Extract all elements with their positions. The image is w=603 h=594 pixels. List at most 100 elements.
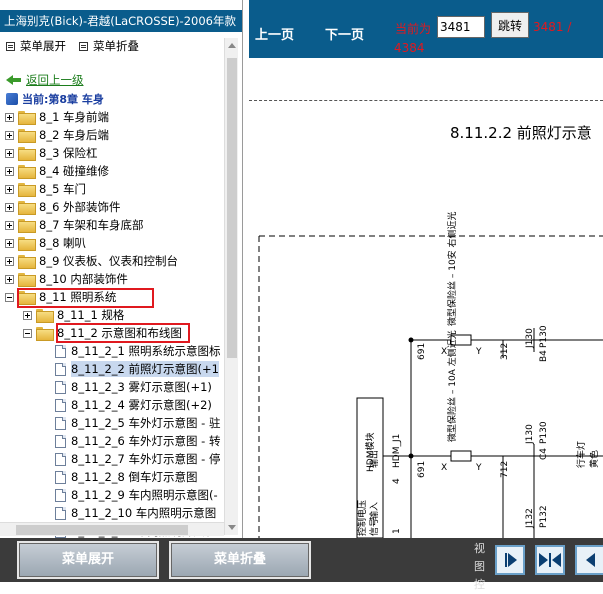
- tree-node[interactable]: 8_11_2_5 车外灯示意图 - 驻: [55, 414, 220, 432]
- module-code-label: HDM_J1: [392, 434, 402, 468]
- back-link-label: 返回上一级: [26, 73, 84, 87]
- page-total-b: 4384: [394, 41, 425, 55]
- collapse-minus-icon[interactable]: [23, 328, 32, 338]
- pin-label: 712: [500, 461, 510, 478]
- pin-label: 691: [417, 461, 427, 478]
- tree-node-label: 8_8 喇叭: [39, 236, 87, 250]
- expand-plus-icon[interactable]: [5, 130, 14, 140]
- document-view: 8.11.2.2 前照灯示意 微型保险丝 – 10安 右侧近光 微型保险丝 – …: [249, 58, 603, 538]
- jump-button[interactable]: 跳转: [491, 12, 529, 38]
- document-panel: 上一页 下一页 当前为 跳转 3481 / 4384 8.11.2.2 前照灯示…: [249, 0, 603, 538]
- small-label: Y: [475, 347, 482, 357]
- tree-node-label: 8_11_2_7 车外灯示意图 - 停: [71, 452, 221, 466]
- list-icon: [79, 41, 88, 51]
- tree-node-label: 8_7 车架和车身底部: [39, 218, 144, 232]
- pin-label: 4: [392, 478, 402, 484]
- tree-node[interactable]: 8_11_2_8 倒车灯示意图: [55, 468, 198, 486]
- fuse-bottom-symbol: [450, 450, 472, 462]
- hscroll-thumb[interactable]: [16, 525, 188, 535]
- wiring-diagram: 微型保险丝 – 10安 右侧近光 微型保险丝 – 10A 左侧近光 HDM模块 …: [258, 211, 603, 538]
- view-prev-button[interactable]: [575, 545, 603, 575]
- expand-plus-icon[interactable]: [5, 184, 14, 194]
- fuse-top-label: 微型保险丝 – 10安 右侧近光: [446, 211, 458, 326]
- tree-node[interactable]: 8_11_2_3 雾灯示意图(+1): [55, 378, 212, 396]
- tree-node[interactable]: 8_11_2_1 照明系统示意图标: [55, 342, 221, 360]
- bar-icon: [549, 553, 551, 567]
- expand-plus-icon[interactable]: [5, 166, 14, 176]
- tree-node[interactable]: 8_2 车身后端: [5, 126, 109, 144]
- folder-icon: [18, 129, 36, 143]
- small-label: X: [441, 463, 447, 473]
- pin-label: P130: [539, 421, 549, 444]
- back-link[interactable]: 返回上一级: [6, 72, 84, 88]
- play-left-icon: [585, 553, 595, 567]
- folder-icon: [36, 309, 54, 323]
- pin-label: P132: [539, 505, 549, 528]
- document-page-icon: [55, 344, 66, 358]
- list-icon: [6, 41, 15, 51]
- bottom-menu-expand-button[interactable]: 菜单展开: [17, 541, 159, 579]
- next-page-button[interactable]: 下一页: [325, 24, 364, 43]
- tree-node[interactable]: 8_8 喇叭: [5, 234, 86, 252]
- bottom-menu-collapse-button[interactable]: 菜单折叠: [169, 541, 311, 579]
- tree-node-label: 8_11_2_6 车外灯示意图 - 转: [71, 434, 221, 448]
- expand-plus-icon[interactable]: [5, 220, 14, 230]
- tree-horizontal-scrollbar[interactable]: [0, 522, 224, 536]
- collapse-minus-icon[interactable]: [5, 292, 14, 302]
- tree-node[interactable]: 8_11_2_10 车内照明示意图: [55, 504, 216, 522]
- tree-node[interactable]: 8_10 内部装饰件: [5, 270, 128, 288]
- tree-node[interactable]: 8_1 车身前端: [5, 108, 109, 126]
- expand-plus-icon[interactable]: [23, 310, 32, 320]
- tree-node[interactable]: 8_11 照明系统: [5, 288, 116, 306]
- expand-plus-icon[interactable]: [5, 256, 14, 266]
- tree-node[interactable]: 8_9 仪表板、仪表和控制台: [5, 252, 178, 270]
- pin-label: J130: [525, 424, 535, 445]
- tree-node[interactable]: 8_11_2_2 前照灯示意图(+1: [55, 360, 219, 378]
- tree-node[interactable]: 8_3 保险杠: [5, 144, 98, 162]
- view-next-button[interactable]: [495, 545, 525, 575]
- scroll-down-arrow-icon[interactable]: [228, 525, 236, 530]
- pin-label: 691: [417, 343, 427, 360]
- document-page-icon: [55, 506, 66, 520]
- tree-node[interactable]: 8_6 外部装饰件: [5, 198, 121, 216]
- tree-node-label: 8_10 内部装饰件: [39, 272, 128, 286]
- menu-collapse-link[interactable]: 菜单折叠: [79, 38, 139, 54]
- document-page-icon: [55, 470, 66, 484]
- pin-label: J130: [525, 328, 535, 349]
- tree-node[interactable]: 8_4 碰撞维修: [5, 162, 109, 180]
- tree-node[interactable]: 8_11_2_4 雾灯示意图(+2): [55, 396, 212, 414]
- fuse-bottom-label: 微型保险丝 – 10A 左侧近光: [446, 330, 458, 442]
- expand-plus-icon[interactable]: [5, 202, 14, 212]
- small-label: Y: [475, 463, 482, 473]
- menu-collapse-label: 菜单折叠: [93, 39, 139, 53]
- tree-vertical-scrollbar[interactable]: [224, 38, 238, 535]
- document-page-icon: [55, 362, 66, 376]
- tree-node-label: 8_9 仪表板、仪表和控制台: [39, 254, 179, 268]
- scroll-thumb[interactable]: [227, 58, 237, 358]
- tree-node[interactable]: 8_11_2_7 车外灯示意图 - 停: [55, 450, 220, 468]
- tree-node[interactable]: 8_5 车门: [5, 180, 86, 198]
- expand-plus-icon[interactable]: [5, 274, 14, 284]
- small-label: 信号: [368, 518, 380, 536]
- expand-plus-icon[interactable]: [5, 148, 14, 158]
- folder-icon: [18, 183, 36, 197]
- expand-plus-icon[interactable]: [5, 238, 14, 248]
- tree-node[interactable]: 8_11_2 示意图和布线图: [23, 324, 182, 342]
- document-page-icon: [55, 488, 66, 502]
- tree-node[interactable]: 8_11_1 规格: [23, 306, 124, 324]
- junction-dot: [408, 453, 414, 459]
- scroll-up-arrow-icon[interactable]: [228, 43, 236, 48]
- tree-node[interactable]: 8_11_2_6 车外灯示意图 - 转: [55, 432, 220, 450]
- page-number-input[interactable]: [437, 16, 485, 38]
- prev-page-button[interactable]: 上一页: [255, 24, 294, 43]
- small-label: 控制电压: [356, 500, 368, 536]
- expand-plus-icon[interactable]: [5, 112, 14, 122]
- tree-node-label: 8_11_2_10 车内照明示意图: [71, 506, 217, 520]
- small-label: X: [441, 347, 447, 357]
- folder-icon: [18, 201, 36, 215]
- tree-node[interactable]: 8_7 车架和车身底部: [5, 216, 144, 234]
- tree-node[interactable]: 8_11_2_9 车内照明示意图(-: [55, 486, 218, 504]
- play-right-icon: [507, 553, 517, 567]
- view-split-button[interactable]: [535, 545, 565, 575]
- menu-expand-link[interactable]: 菜单展开: [6, 38, 66, 54]
